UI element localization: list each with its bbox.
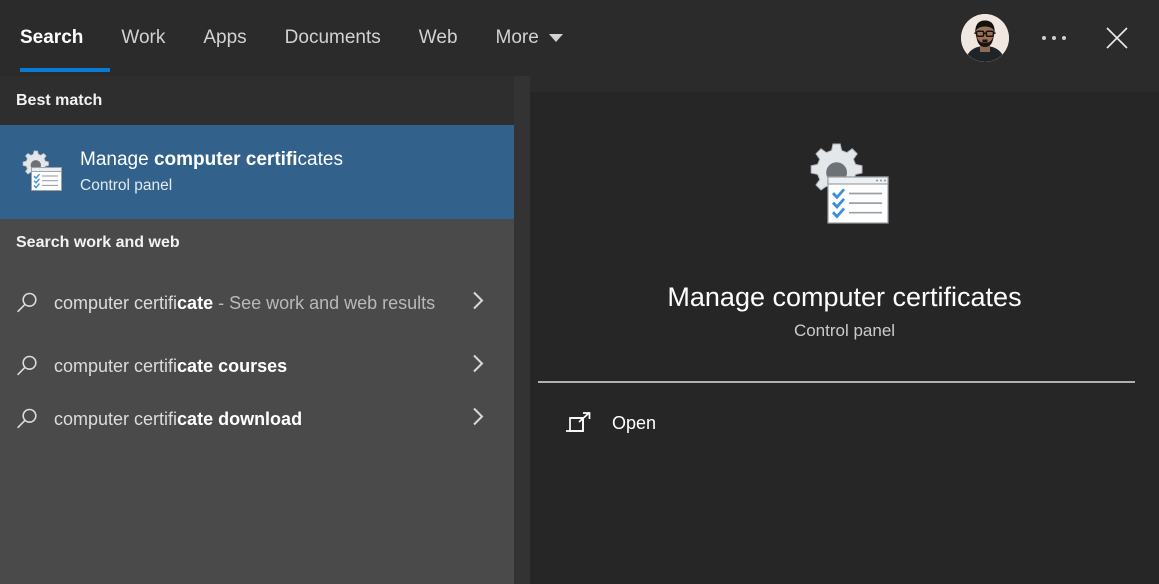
best-match-title-prefix: Manage xyxy=(80,148,154,170)
search-icon-glyph xyxy=(17,408,37,428)
open-action-button[interactable]: Open xyxy=(530,395,1159,451)
search-work-web-heading: Search work and web xyxy=(16,234,180,251)
search-icon-glyph xyxy=(17,292,37,313)
suggestion-3-completion: cate download xyxy=(177,408,303,429)
pane-divider xyxy=(514,76,530,584)
tab-more-label: More xyxy=(495,27,539,48)
suggestion-1-query: computer certifi xyxy=(54,293,178,313)
suggestion-text-3: computer certificate download xyxy=(54,406,514,432)
suggestion-text-1: computer certificate - See work and web … xyxy=(54,290,514,316)
tab-search-label: Search xyxy=(20,27,84,48)
certificates-icon-glyph xyxy=(22,150,62,191)
avatar-photo xyxy=(961,14,1009,62)
certificates-icon-large xyxy=(530,136,1159,236)
chevron-right-icon xyxy=(471,290,486,317)
open-action-label: Open xyxy=(612,412,657,433)
chevron-right-glyph xyxy=(473,407,484,425)
suggestion-1-trailing: - See work and web results xyxy=(213,293,436,313)
tab-apps[interactable]: Apps xyxy=(184,0,265,76)
suggestion-row-3[interactable]: computer certificate download xyxy=(0,392,514,445)
tab-web[interactable]: Web xyxy=(400,0,477,76)
more-options-button[interactable] xyxy=(1031,15,1077,61)
detail-title: Manage computer certificates xyxy=(667,282,1022,312)
results-list-pane: Best match Manage computer certificates … xyxy=(0,76,514,584)
tab-search[interactable]: Search xyxy=(20,0,110,76)
search-header: Search Work Apps Documents Web More xyxy=(0,0,1159,76)
suggestion-2-query: computer certifi xyxy=(54,355,178,376)
chevron-right-icon xyxy=(471,352,486,379)
search-icon xyxy=(0,407,54,431)
tab-work-label: Work xyxy=(121,27,166,48)
suggestion-3-query: computer certifi xyxy=(54,408,178,429)
certificates-icon xyxy=(14,149,66,195)
best-match-title-bold: computer certifi xyxy=(153,148,298,170)
header-actions xyxy=(961,0,1159,76)
search-icon xyxy=(0,291,54,315)
close-button[interactable] xyxy=(1089,10,1145,66)
best-match-heading: Best match xyxy=(0,76,514,125)
avatar[interactable] xyxy=(961,14,1009,62)
tab-bar: Search Work Apps Documents Web More xyxy=(20,0,582,76)
close-icon xyxy=(1106,27,1128,49)
open-external-icon-glyph xyxy=(566,412,591,432)
open-external-icon xyxy=(566,411,600,435)
chevron-right-glyph xyxy=(473,354,484,372)
certificate-window-icon xyxy=(826,176,889,224)
chevron-down-icon xyxy=(548,34,563,42)
detail-subtitle: Control panel xyxy=(793,321,896,340)
tab-more[interactable]: More xyxy=(477,0,582,76)
chevron-right-glyph xyxy=(473,291,484,310)
search-icon xyxy=(0,354,54,378)
best-match-result[interactable]: Manage computer certificates Control pan… xyxy=(0,125,514,219)
search-icon-glyph xyxy=(17,355,37,375)
tab-work[interactable]: Work xyxy=(102,0,184,76)
tab-documents-label: Documents xyxy=(284,27,381,48)
suggestion-2-completion: cate courses xyxy=(177,355,288,376)
best-match-title-suffix: cates xyxy=(297,148,343,170)
windows-search-window: Search Work Apps Documents Web More Best… xyxy=(0,0,1159,584)
best-match-title: Manage computer certificates xyxy=(80,148,343,172)
detail-preview-pane: Manage computer certificates Control pan… xyxy=(530,92,1159,584)
chevron-right-icon xyxy=(471,405,486,432)
suggestion-1-completion: cate xyxy=(177,293,214,313)
suggestion-row-1[interactable]: computer certificate - See work and web … xyxy=(0,267,514,339)
detail-hero: Manage computer certificates Control pan… xyxy=(530,92,1159,341)
ellipsis-icon xyxy=(1042,36,1066,40)
tab-apps-label: Apps xyxy=(203,27,247,48)
tab-web-label: Web xyxy=(418,27,458,48)
detail-divider xyxy=(538,381,1135,383)
best-match-text: Manage computer certificates Control pan… xyxy=(80,148,343,197)
active-tab-underline xyxy=(20,68,110,72)
certificates-icon-large-glyph xyxy=(810,143,889,224)
certificate-window-icon xyxy=(31,167,62,191)
tab-documents[interactable]: Documents xyxy=(266,0,400,76)
best-match-subtitle: Control panel xyxy=(80,176,173,194)
suggestion-row-2[interactable]: computer certificate courses xyxy=(0,339,514,392)
suggestion-text-2: computer certificate courses xyxy=(54,353,514,379)
